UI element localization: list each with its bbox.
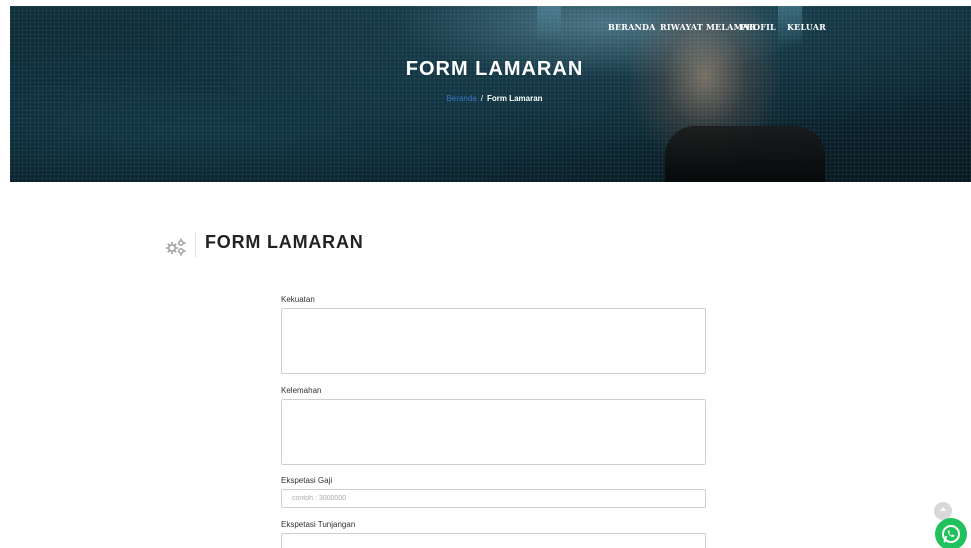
breadcrumb-home-link[interactable]: Beranda xyxy=(446,94,476,103)
salary-input[interactable] xyxy=(281,489,706,508)
chevron-up-icon xyxy=(940,507,946,511)
benefits-textarea[interactable] xyxy=(281,533,706,548)
section-title: FORM LAMARAN xyxy=(205,232,364,252)
breadcrumb-separator: / xyxy=(480,94,483,103)
breadcrumb-current: Form Lamaran xyxy=(486,94,543,103)
gears-icon xyxy=(165,238,187,256)
section-divider xyxy=(195,232,196,258)
breadcrumb: Beranda / Form Lamaran xyxy=(10,94,971,103)
hero-sleeve-image xyxy=(665,126,825,182)
nav-keluar[interactable]: KELUAR xyxy=(787,22,826,32)
strengths-label: Kekuatan xyxy=(281,295,315,304)
weaknesses-textarea[interactable] xyxy=(281,399,706,465)
whatsapp-icon xyxy=(942,525,960,543)
benefits-label: Ekspetasi Tunjangan xyxy=(281,520,356,529)
hero-title: FORM LAMARAN xyxy=(405,58,584,80)
salary-label: Ekspetasi Gaji xyxy=(281,476,333,485)
hero-banner: BERANDA RIWAYAT MELAMAR PROFIL KELUAR FO… xyxy=(10,6,971,182)
nav-profil[interactable]: PROFIL xyxy=(740,22,776,32)
strengths-textarea[interactable] xyxy=(281,308,706,374)
main-nav: BERANDA RIWAYAT MELAMAR PROFIL KELUAR xyxy=(10,22,971,38)
weaknesses-label: Kelemahan xyxy=(281,386,322,395)
whatsapp-button[interactable] xyxy=(935,518,967,548)
nav-beranda[interactable]: BERANDA xyxy=(608,22,656,32)
